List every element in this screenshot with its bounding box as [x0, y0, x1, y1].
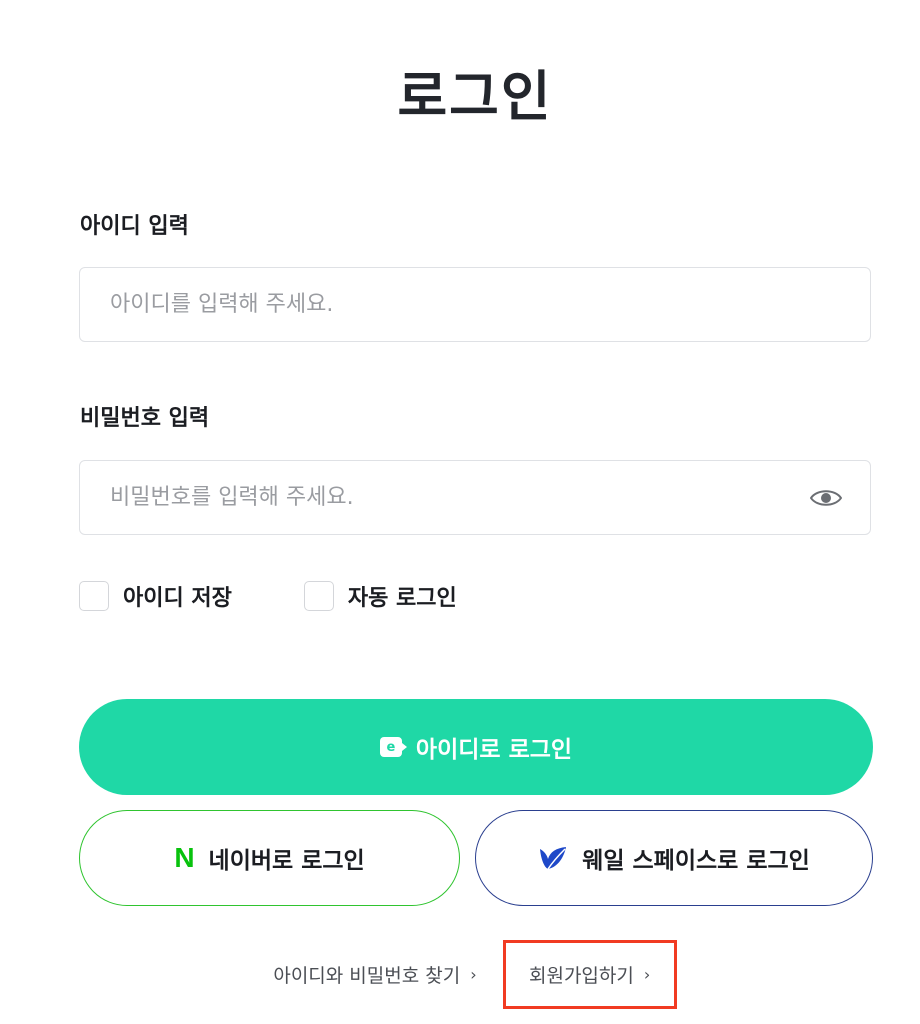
password-input-box — [79, 460, 871, 535]
save-id-checkbox[interactable] — [79, 581, 109, 611]
whale-login-button[interactable]: 웨일 스페이스로 로그인 — [475, 810, 873, 906]
id-input-box — [79, 267, 871, 342]
save-id-label: 아이디 저장 — [123, 586, 232, 611]
naver-login-label: 네이버로 로그인 — [208, 848, 365, 874]
auto-login-checkbox[interactable] — [303, 581, 334, 611]
signup-label: 회원가입하기 — [528, 965, 634, 987]
auto-login-option[interactable]: 자동 로그인 — [303, 580, 457, 612]
signup-link[interactable]: 회원가입하기 › — [529, 961, 650, 988]
naver-login-button[interactable]: N 네이버로 로그인 — [79, 810, 460, 906]
id-input[interactable] — [108, 291, 752, 318]
login-options: 아이디 저장 자동 로그인 — [79, 580, 457, 612]
id-field-label: 아이디 입력 — [80, 214, 189, 239]
whale-login-label: 웨일 스페이스로 로그인 — [582, 848, 810, 874]
id-login-label: 아이디로 로그인 — [415, 737, 573, 763]
find-id-password-label: 아이디와 비밀번호 찾기 — [273, 965, 461, 987]
find-id-password-link[interactable]: 아이디와 비밀번호 찾기 › — [273, 961, 476, 988]
chevron-right-icon: › — [643, 965, 651, 984]
page-title: 로그인 — [397, 65, 553, 128]
footer-links: 아이디와 비밀번호 찾기 › 회원가입하기 › — [0, 940, 920, 1009]
login-page: 로그인 아이디 입력 비밀번호 입력 아이디 저장 자동 로그인 e 아이디로 … — [0, 0, 920, 1024]
naver-icon: N — [174, 842, 195, 873]
eye-icon[interactable] — [810, 483, 842, 513]
e-icon: e — [379, 737, 407, 757]
password-input[interactable] — [108, 484, 752, 511]
whale-icon — [538, 845, 568, 871]
password-field-label: 비밀번호 입력 — [80, 406, 210, 431]
chevron-right-icon: › — [470, 965, 477, 984]
id-login-button[interactable]: e 아이디로 로그인 — [79, 699, 873, 795]
auto-login-label: 자동 로그인 — [347, 586, 457, 611]
save-id-option[interactable]: 아이디 저장 — [79, 580, 232, 612]
signup-highlight: 회원가입하기 › — [502, 940, 677, 1009]
